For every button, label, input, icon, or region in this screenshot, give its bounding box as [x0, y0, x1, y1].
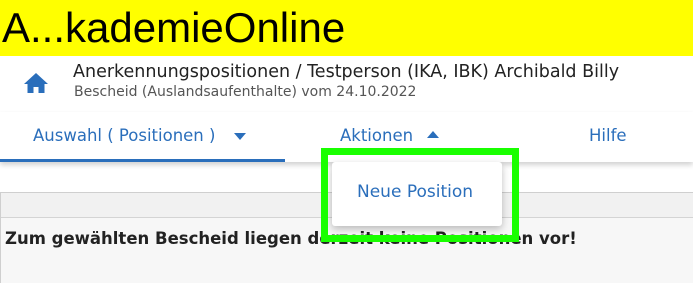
nav-auswahl-positionen[interactable]: Auswahl ( Positionen ): [0, 112, 285, 162]
nav-hilfe-label: Hilfe: [589, 126, 627, 145]
page-subtitle: Bescheid (Auslandsaufenthalte) vom 24.10…: [74, 84, 417, 100]
nav-auswahl-label: Auswahl ( Positionen ): [33, 126, 216, 145]
banner-title: A...kademieOnline: [2, 4, 346, 51]
app-banner: A...kademieOnline: [0, 0, 693, 56]
highlight-box: [321, 148, 519, 242]
page-header: Anerkennungspositionen / Testperson (IKA…: [0, 56, 693, 112]
nav-hilfe[interactable]: Hilfe: [589, 112, 649, 160]
home-icon[interactable]: [23, 71, 49, 95]
page-title: Anerkennungspositionen / Testperson (IKA…: [73, 62, 620, 82]
caret-down-icon: [234, 133, 246, 141]
nav-aktionen-label: Aktionen: [340, 126, 414, 145]
caret-up-icon: [427, 131, 439, 139]
